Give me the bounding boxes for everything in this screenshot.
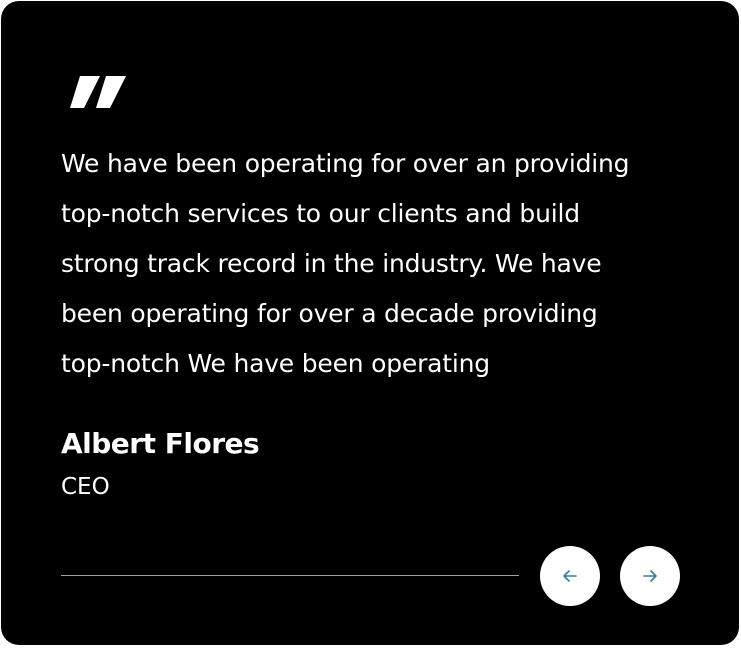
double-quote-icon (70, 76, 126, 108)
arrow-right-icon (642, 568, 658, 584)
quote-line: been operating for over a decade providi… (61, 299, 598, 328)
quote-line: We have been operating for over an provi… (61, 149, 630, 178)
arrow-left-icon (562, 568, 578, 584)
quote-line: strong track record in the industry. We … (61, 249, 602, 278)
divider (61, 575, 519, 576)
quote-line: top-notch services to our clients and bu… (61, 199, 580, 228)
quote-line: top-notch We have been operating (61, 349, 490, 378)
author-name: Albert Flores (61, 427, 260, 460)
next-button[interactable] (620, 546, 680, 606)
testimonial-card: We have been operating for over an provi… (1, 1, 739, 645)
testimonial-quote: We have been operating for over an provi… (61, 139, 701, 389)
previous-button[interactable] (540, 546, 600, 606)
author-role: CEO (61, 474, 110, 500)
